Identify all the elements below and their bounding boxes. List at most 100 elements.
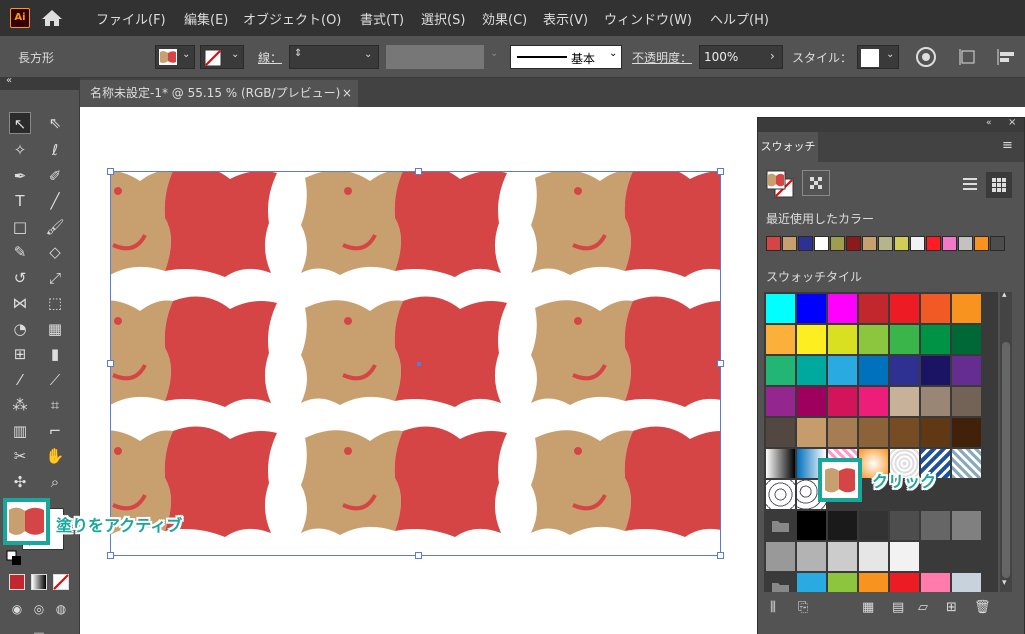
- opacity-label[interactable]: 不透明度：: [632, 49, 692, 66]
- pattern-swatch[interactable]: [766, 480, 795, 509]
- hand-tool-icon[interactable]: ✋: [44, 445, 66, 467]
- shaper-tool-icon[interactable]: ✎: [9, 241, 31, 263]
- recent-color-swatch[interactable]: [942, 236, 957, 251]
- show-swatch-kinds-button[interactable]: [802, 170, 830, 196]
- recent-color-swatch[interactable]: [846, 236, 861, 251]
- color-swatch[interactable]: [797, 387, 826, 416]
- draw-behind-icon[interactable]: ◎: [28, 598, 50, 620]
- slice-tool-icon[interactable]: ✂: [9, 445, 31, 467]
- align-icon[interactable]: [958, 47, 982, 67]
- color-swatch[interactable]: [828, 387, 857, 416]
- trash-icon[interactable]: 🗑: [974, 600, 991, 615]
- color-swatch[interactable]: [766, 387, 795, 416]
- swatch-library-icon[interactable]: ⫼: [770, 600, 776, 615]
- color-swatch[interactable]: [797, 356, 826, 385]
- menu-edit[interactable]: 編集(E): [184, 9, 228, 28]
- color-swatch[interactable]: [921, 294, 950, 323]
- none-mode-button[interactable]: [53, 574, 69, 590]
- menu-effect[interactable]: 効果(C): [482, 9, 527, 28]
- color-swatch[interactable]: [921, 325, 950, 354]
- color-swatch[interactable]: [766, 418, 795, 447]
- gray-swatch[interactable]: [890, 511, 919, 540]
- stroke-color-dropdown[interactable]: ⌄: [200, 45, 244, 69]
- menu-window[interactable]: ウィンドウ(W): [604, 9, 692, 28]
- image-trace-icon[interactable]: ⌗: [44, 394, 66, 416]
- selection-tool-icon[interactable]: ↖: [9, 112, 31, 134]
- variable-width-profile[interactable]: [386, 45, 484, 69]
- color-mode-button[interactable]: [9, 574, 25, 590]
- rotate-tool-icon[interactable]: ↺: [9, 267, 31, 289]
- menu-file[interactable]: ファイル(F): [96, 9, 166, 28]
- scroll-down-icon[interactable]: ▾: [1002, 578, 1007, 588]
- color-swatch[interactable]: [952, 418, 981, 447]
- stroke-label[interactable]: 線：: [258, 49, 282, 66]
- magic-wand-tool-icon[interactable]: ✧: [9, 139, 31, 161]
- recolor-artwork-icon[interactable]: [916, 47, 936, 67]
- gray-swatch[interactable]: [797, 542, 826, 571]
- fill-stroke-mini-icon[interactable]: [766, 170, 794, 198]
- recent-color-swatch[interactable]: [878, 236, 893, 251]
- screen-mode-icon[interactable]: ▭: [28, 623, 50, 634]
- recent-color-swatch[interactable]: [830, 236, 845, 251]
- paintbrush-tool-icon[interactable]: 🖌: [44, 216, 66, 238]
- color-swatch[interactable]: [890, 325, 919, 354]
- list-view-icon[interactable]: [962, 176, 978, 192]
- color-swatch[interactable]: [921, 356, 950, 385]
- perspective-grid-tool-icon[interactable]: ▦: [44, 318, 66, 340]
- puppet-warp-tool-icon[interactable]: ✣: [9, 471, 31, 493]
- menu-view[interactable]: 表示(V): [543, 9, 588, 28]
- color-swatch[interactable]: [766, 294, 795, 323]
- zoom-tool-icon[interactable]: ⌕: [44, 471, 66, 493]
- brush-definition-dropdown[interactable]: 基本 ⌄: [510, 45, 622, 69]
- menu-help[interactable]: ヘルプ(H): [710, 9, 769, 28]
- scroll-up-icon[interactable]: ▴: [1002, 290, 1007, 300]
- color-swatch[interactable]: [890, 294, 919, 323]
- recent-color-swatch[interactable]: [782, 236, 797, 251]
- lasso-tool-icon[interactable]: ℓ: [44, 139, 66, 161]
- tab-swatches[interactable]: スウォッチ: [758, 132, 818, 162]
- document-tab[interactable]: 名称未設定-1* @ 55.15 % (RGB/プレビュー) ×: [80, 80, 358, 107]
- gradient-pattern-swatch[interactable]: [766, 449, 795, 478]
- gray-swatch[interactable]: [859, 511, 888, 540]
- gray-swatch[interactable]: [797, 511, 826, 540]
- swatch-scrollbar[interactable]: ▴ ▾: [1000, 290, 1012, 592]
- direct-selection-tool-icon[interactable]: ⇖: [44, 112, 66, 134]
- gray-swatch[interactable]: [828, 542, 857, 571]
- pattern-artwork[interactable]: [110, 171, 721, 556]
- stepper-icon[interactable]: ⇕: [294, 48, 302, 59]
- color-swatch[interactable]: [859, 356, 888, 385]
- style-dropdown[interactable]: ⌄: [857, 45, 899, 69]
- color-swatch[interactable]: [859, 418, 888, 447]
- recent-color-swatch[interactable]: [766, 236, 781, 251]
- color-swatch[interactable]: [859, 325, 888, 354]
- type-tool-icon[interactable]: T: [9, 190, 31, 212]
- scrollbar-thumb[interactable]: [1002, 342, 1010, 578]
- gray-swatch[interactable]: [952, 511, 981, 540]
- color-group-folder-icon[interactable]: [766, 511, 795, 540]
- recent-color-swatch[interactable]: [798, 236, 813, 251]
- collapse-icon[interactable]: «: [6, 75, 12, 86]
- free-transform-tool-icon[interactable]: ⬚: [44, 292, 66, 314]
- scale-tool-icon[interactable]: ⤢: [44, 267, 66, 289]
- color-swatch[interactable]: [952, 325, 981, 354]
- eraser-tool-icon[interactable]: ◇: [44, 241, 66, 263]
- color-swatch[interactable]: [890, 387, 919, 416]
- recent-color-swatch[interactable]: [990, 236, 1005, 251]
- gray-swatch[interactable]: [828, 511, 857, 540]
- draw-inside-icon[interactable]: ◍: [50, 598, 72, 620]
- line-segment-tool-icon[interactable]: ╱: [44, 190, 66, 212]
- home-icon[interactable]: [40, 8, 64, 28]
- fill-color-dropdown[interactable]: ⌄: [155, 45, 195, 69]
- gray-swatch[interactable]: [859, 542, 888, 571]
- opacity-field[interactable]: 100% ›: [699, 45, 783, 69]
- menu-select[interactable]: 選択(S): [421, 9, 465, 28]
- color-swatch[interactable]: [952, 294, 981, 323]
- recent-color-swatch[interactable]: [958, 236, 973, 251]
- place-swatch-icon[interactable]: ⎘: [798, 600, 808, 615]
- color-swatch[interactable]: [766, 356, 795, 385]
- close-icon[interactable]: ×: [342, 80, 352, 106]
- recent-color-swatch[interactable]: [894, 236, 909, 251]
- color-swatch[interactable]: [828, 294, 857, 323]
- gray-swatch[interactable]: [766, 542, 795, 571]
- gradient-tool-icon[interactable]: ▮: [44, 343, 66, 365]
